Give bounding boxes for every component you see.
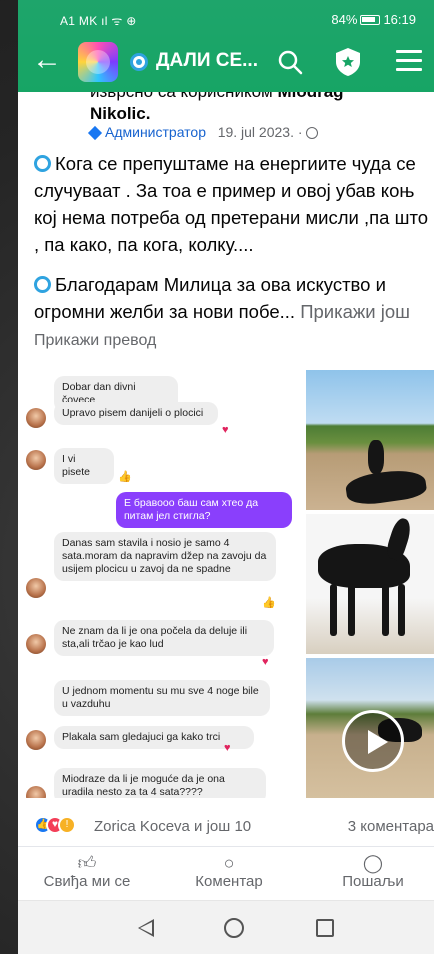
see-more-link[interactable]: Прикажи још <box>300 301 410 322</box>
heart-icon: ♥ <box>222 424 229 436</box>
swirl-icon <box>34 276 51 293</box>
battery-icon <box>360 14 381 25</box>
avatar <box>26 730 46 750</box>
thumbs-up-icon: 👍︎ <box>77 853 97 873</box>
chat-message: Е бравооо баш сам хтео да питам јел стиг… <box>116 492 292 528</box>
app-header: A1 MK ıl ᯤ ⊕ 84% 16:19 ← ДАЛИ СЕ... <box>18 0 434 92</box>
nav-back-icon[interactable] <box>138 919 154 937</box>
horse-photo-2[interactable] <box>306 514 434 654</box>
back-icon[interactable]: ← <box>32 45 62 76</box>
phone-screen: A1 MK ıl ᯤ ⊕ 84% 16:19 ← ДАЛИ СЕ... изврс… <box>18 0 434 954</box>
post-meta: Администратор 19. jul 2023. · <box>87 124 318 141</box>
horse-leg-shape <box>348 584 355 636</box>
chat-message: Upravo pisem danijeli o plocici <box>54 402 218 425</box>
like-label: Свиђа ми се <box>43 873 131 890</box>
horse-leg-shape <box>398 584 405 636</box>
post-body: Кога се препуштаме на енергиите чуда се … <box>34 150 430 338</box>
chat-message: Ne znam da li je ona počela da deluje il… <box>54 620 274 656</box>
post-paragraph-1: Кога се препуштаме на енергиите чуда се … <box>34 153 429 255</box>
author-name[interactable]: Nikolic. <box>90 104 150 124</box>
wow-reaction-icon: ! <box>58 816 76 835</box>
media-grid: Dobar dan divni čovece Upravo pisem dani… <box>18 370 434 798</box>
status-bar: A1 MK ıl ᯤ ⊕ 84% 16:19 <box>18 8 434 32</box>
avatar <box>26 634 46 654</box>
chat-message: U jednom momentu su mu sve 4 noge bile u… <box>54 680 270 716</box>
author-first-name[interactable]: Miodrag <box>277 92 343 101</box>
chat-message: Danas sam stavila i nosio je samo 4 sata… <box>54 532 276 581</box>
group-avatar[interactable] <box>78 42 118 82</box>
swirl-icon <box>34 155 51 172</box>
heart-icon: ♥ <box>224 742 231 754</box>
chat-message: Miodraze da li je moguće da je ona uradi… <box>54 768 266 798</box>
system-nav-bar <box>18 900 434 954</box>
status-right: 84% 16:19 <box>331 12 416 27</box>
battery-percent: 84% <box>331 12 358 27</box>
nav-recents-icon[interactable] <box>316 919 334 937</box>
horse-neck-shape <box>383 516 415 562</box>
clock: 16:19 <box>383 12 416 27</box>
avatar <box>26 450 46 470</box>
menu-icon[interactable] <box>396 50 422 74</box>
post-actions: 👍︎ Свиђа ми се ○ Коментар ◯ Пошаљи <box>18 846 434 896</box>
like-button[interactable]: 👍︎ Свиђа ми се <box>22 853 152 890</box>
thumbs-up-icon: 👍 <box>118 471 132 483</box>
carrier-label: A1 MK ıl ᯤ ⊕ <box>60 14 137 28</box>
comment-button[interactable]: ○ Коментар <box>164 853 294 890</box>
horse-leg-shape <box>382 584 389 636</box>
horse-photo-1[interactable] <box>306 370 434 510</box>
comment-label: Коментар <box>195 873 263 890</box>
nav-home-icon[interactable] <box>224 918 244 938</box>
chat-screenshot[interactable]: Dobar dan divni čovece Upravo pisem dani… <box>18 370 304 798</box>
admin-badge[interactable]: Администратор <box>105 124 206 140</box>
author-prefix: изврсно са корисником <box>90 92 273 101</box>
globe-icon <box>305 127 318 140</box>
horse-leg-shape <box>330 584 337 636</box>
share-label: Пошаљи <box>342 873 404 890</box>
whatsapp-icon: ◯ <box>362 853 384 873</box>
chat-message: I vi pisete <box>54 448 114 484</box>
share-button[interactable]: ◯ Пошаљи <box>308 853 434 890</box>
avatar <box>26 578 46 598</box>
horse-shape <box>344 466 428 508</box>
avatar <box>26 786 46 798</box>
search-icon[interactable] <box>276 48 304 76</box>
post-card: изврсно са корисником Miodrag Nikolic. А… <box>18 92 434 812</box>
reaction-names[interactable]: Zorica Koceva и још 10 <box>94 818 251 835</box>
reaction-icons: 👍 ♥! <box>34 816 76 835</box>
admin-diamond-icon <box>87 126 103 141</box>
comments-count[interactable]: 3 коментара <box>348 818 434 835</box>
reactions-summary[interactable]: 👍 ♥! Zorica Koceva и још 10 3 коментара <box>18 812 434 838</box>
thumbs-up-icon: 👍 <box>262 597 276 609</box>
group-header: ← ДАЛИ СЕ... <box>18 40 434 84</box>
avatar <box>26 408 46 428</box>
group-title[interactable]: ДАЛИ СЕ... <box>156 50 258 72</box>
comment-icon: ○ <box>223 853 235 873</box>
person-shape <box>368 440 384 474</box>
post-date[interactable]: 19. jul 2023. · <box>218 124 303 140</box>
play-button[interactable] <box>342 710 404 772</box>
shield-icon[interactable] <box>332 46 364 78</box>
post-paragraph-2: Благодарам Милица за ова искуство и огро… <box>34 274 411 322</box>
swirl-icon <box>130 53 148 71</box>
see-translation-link[interactable]: Прикажи превод <box>34 332 156 350</box>
heart-icon: ♥ <box>262 656 269 668</box>
author-line: изврсно са корисником Miodrag <box>90 92 344 102</box>
